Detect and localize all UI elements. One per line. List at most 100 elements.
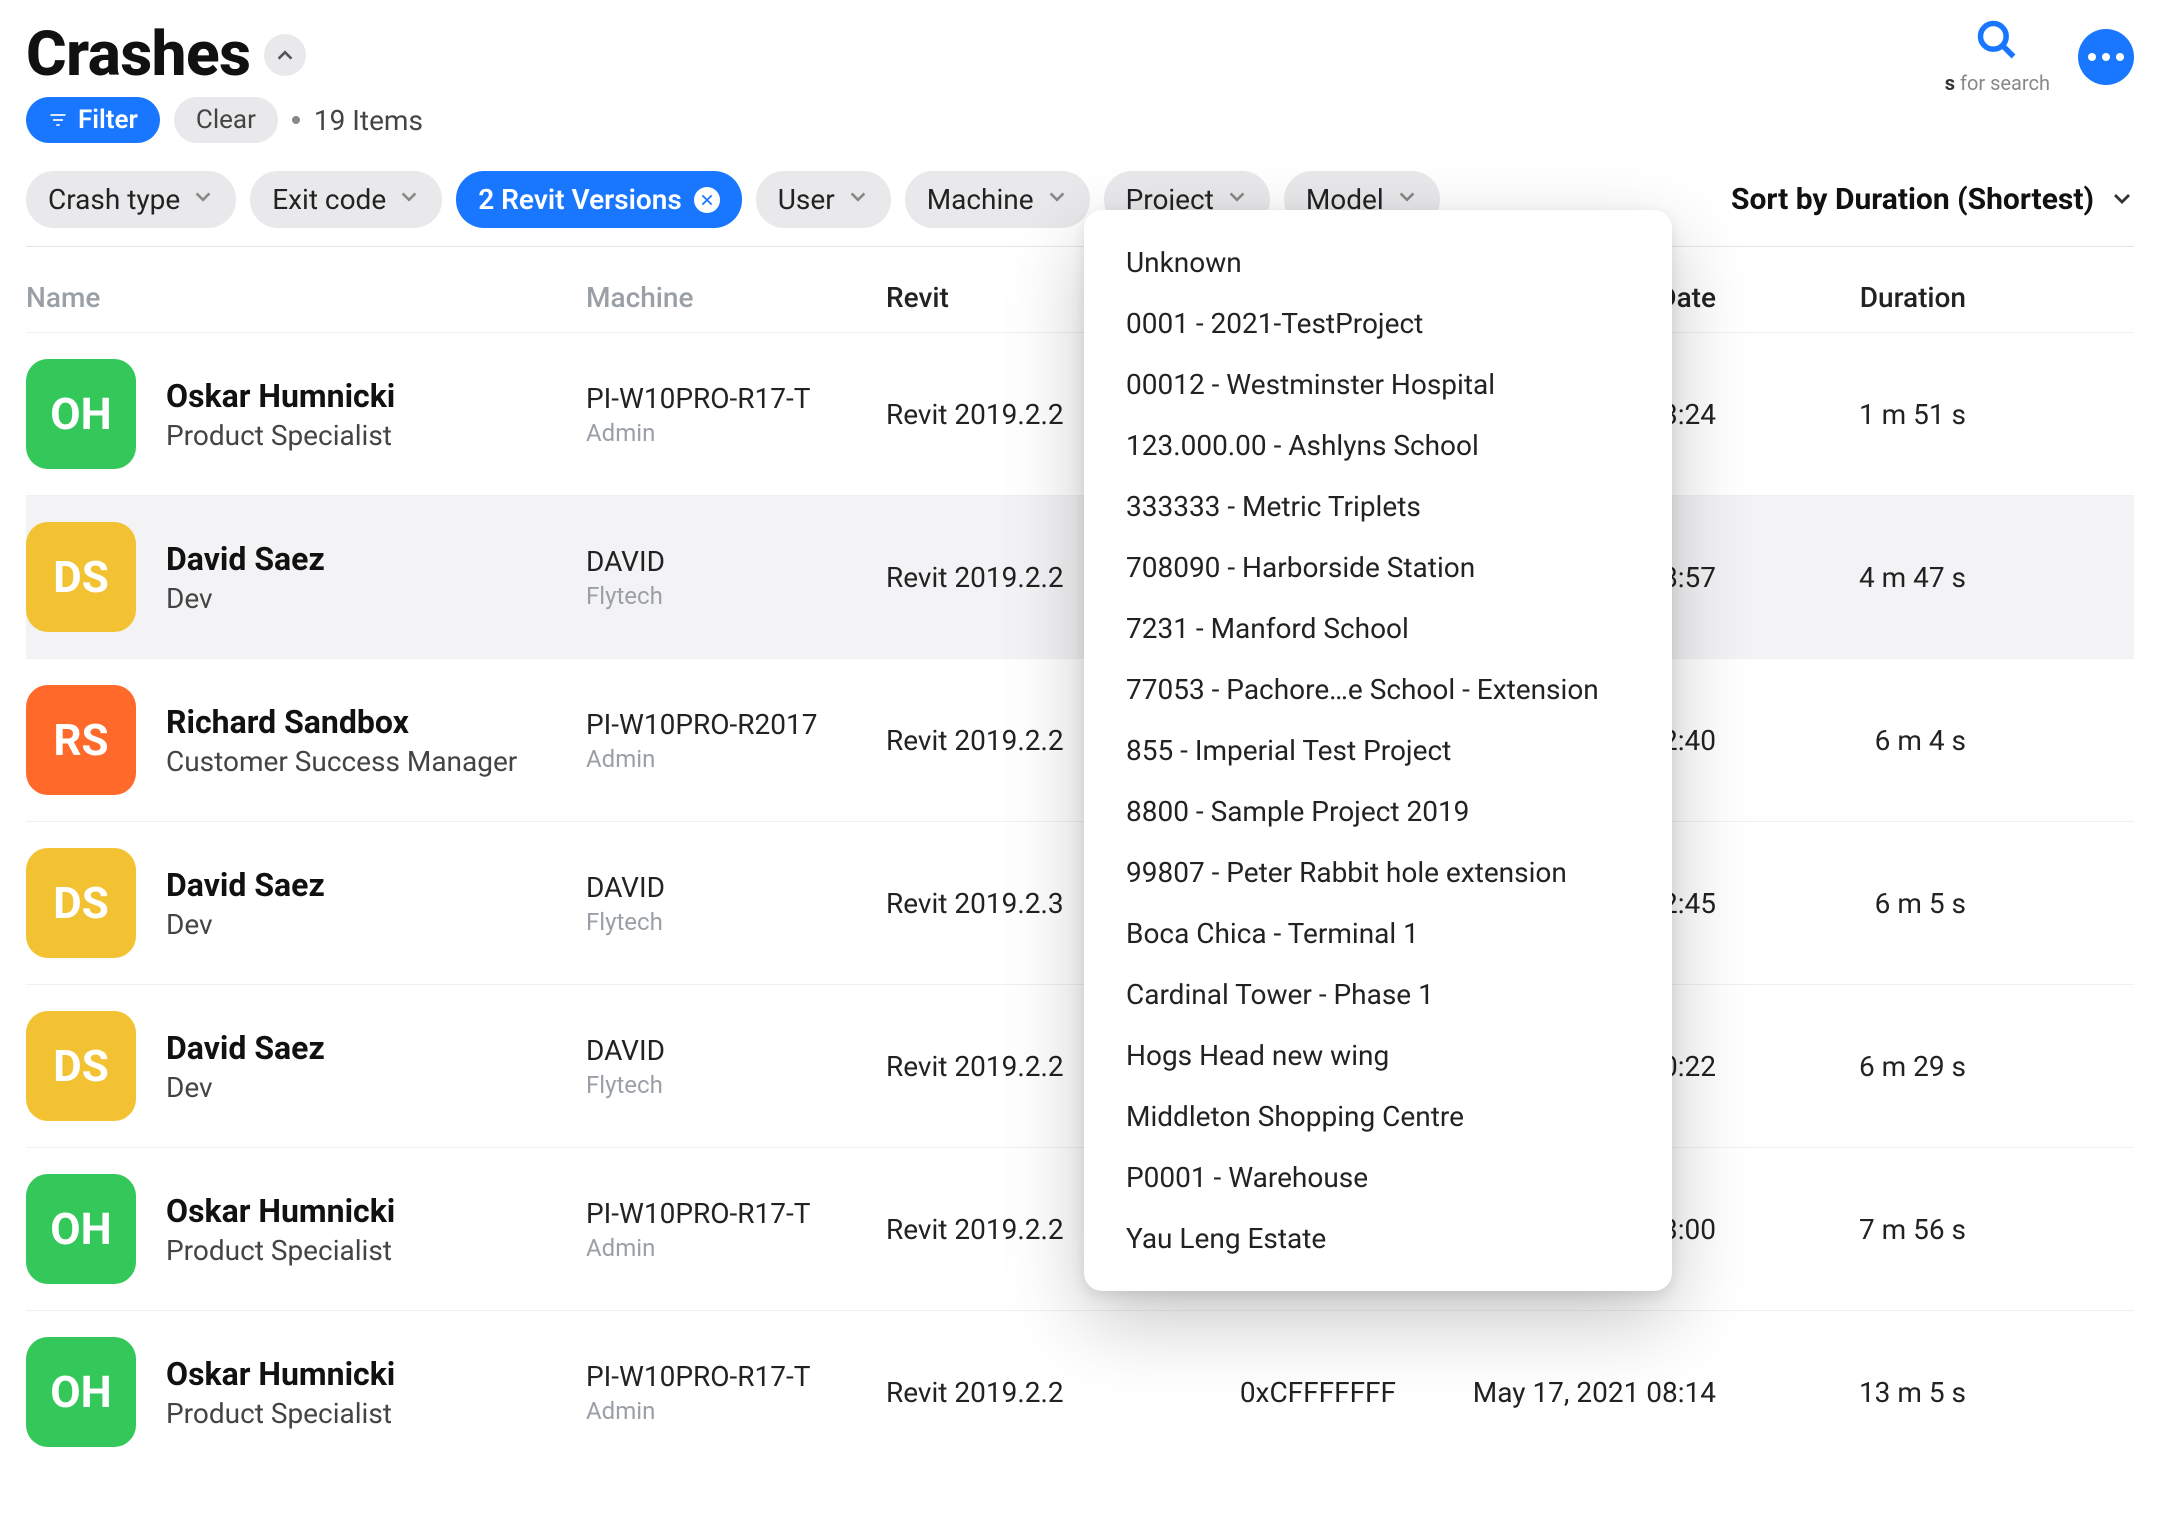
chevron-down-icon: [1046, 183, 1068, 216]
user-name: David Saez: [166, 866, 325, 904]
filter-chip-crash-type[interactable]: Crash type: [26, 171, 236, 228]
machine-name: PI-W10PRO-R17-T: [586, 1197, 886, 1230]
table-row[interactable]: OH Oskar Humnicki Product Specialist PI-W10…: [26, 332, 2134, 495]
filter-chip-label: Crash type: [48, 183, 180, 216]
search-button[interactable]: [1945, 18, 2050, 69]
filter-chip-label: 2 Revit Versions: [478, 183, 682, 216]
crash-date: May 17, 2021 08:14: [1436, 1376, 1746, 1409]
filter-chip-user[interactable]: User: [756, 171, 891, 228]
table-row[interactable]: RSRichard SandboxCustomer Success Manage…: [26, 658, 2134, 821]
separator-dot: [292, 116, 300, 124]
project-option[interactable]: P0001 - Warehouse: [1084, 1147, 1672, 1208]
collapse-header-button[interactable]: [264, 34, 306, 76]
dots-icon: [2088, 53, 2096, 61]
page-title: Crashes: [26, 18, 250, 91]
filter-chip-machine[interactable]: Machine: [905, 171, 1090, 228]
search-hint-key: s: [1945, 71, 1955, 95]
user-role: Dev: [166, 908, 325, 941]
project-option[interactable]: Cardinal Tower - Phase 1: [1084, 964, 1672, 1025]
machine-name: DAVID: [586, 871, 886, 904]
user-role: Product Specialist: [166, 1397, 395, 1430]
clear-button[interactable]: Clear: [174, 97, 278, 143]
machine-sub: Admin: [586, 745, 886, 773]
filter-button[interactable]: Filter: [26, 97, 160, 143]
project-option[interactable]: Hogs Head new wing: [1084, 1025, 1672, 1086]
project-dropdown[interactable]: Unknown0001 - 2021-TestProject00012 - We…: [1084, 210, 1672, 1291]
machine-name: DAVID: [586, 545, 886, 578]
crash-duration: 6 m 4 s: [1746, 724, 1966, 757]
project-option[interactable]: Yau Leng Estate: [1084, 1208, 1672, 1269]
crash-duration: 4 m 47 s: [1746, 561, 1966, 594]
machine-sub: Admin: [586, 1397, 886, 1425]
table-header: Name Machine Revit Date Duration: [26, 247, 2134, 332]
close-icon[interactable]: [694, 187, 720, 213]
filter-chip-label: User: [778, 183, 835, 216]
col-duration: Duration: [1746, 281, 1966, 314]
project-option[interactable]: 7231 - Manford School: [1084, 598, 1672, 659]
machine-name: PI-W10PRO-R17-T: [586, 1360, 886, 1393]
project-option[interactable]: 708090 - Harborside Station: [1084, 537, 1672, 598]
user-name: David Saez: [166, 540, 325, 578]
filter-button-label: Filter: [78, 105, 138, 135]
project-option[interactable]: 77053 - Pachore…e School - Extension: [1084, 659, 1672, 720]
user-role: Product Specialist: [166, 419, 395, 452]
avatar: OH: [26, 359, 136, 469]
search-hint-rest: for search: [1955, 71, 2050, 95]
chevron-down-icon: [192, 183, 214, 216]
machine-sub: Admin: [586, 419, 886, 447]
avatar: RS: [26, 685, 136, 795]
project-option[interactable]: 00012 - Westminster Hospital: [1084, 354, 1672, 415]
machine-name: DAVID: [586, 1034, 886, 1067]
project-option[interactable]: 0001 - 2021-TestProject: [1084, 293, 1672, 354]
exit-code: 0xCFFFFFFF: [1186, 1376, 1436, 1409]
avatar: DS: [26, 522, 136, 632]
machine-sub: Flytech: [586, 582, 886, 610]
sort-button[interactable]: Sort by Duration (Shortest): [1731, 182, 2134, 217]
more-button[interactable]: [2078, 29, 2134, 85]
project-option[interactable]: 333333 - Metric Triplets: [1084, 476, 1672, 537]
filter-chip-exit-code[interactable]: Exit code: [250, 171, 442, 228]
avatar: OH: [26, 1337, 136, 1447]
avatar: DS: [26, 1011, 136, 1121]
crashes-table: Name Machine Revit Date Duration OH Oskar…: [26, 246, 2134, 1473]
machine-sub: Flytech: [586, 908, 886, 936]
chevron-down-icon: [847, 183, 869, 216]
item-count: 19 Items: [292, 104, 423, 137]
table-row[interactable]: DSDavid SaezDevDAVIDFlytechRevit 2019.2.…: [26, 821, 2134, 984]
table-row[interactable]: DSDavid SaezDevDAVIDFlytechRevit 2019.2.…: [26, 984, 2134, 1147]
project-option[interactable]: 123.000.00 - Ashlyns School: [1084, 415, 1672, 476]
user-role: Product Specialist: [166, 1234, 395, 1267]
sort-label: Sort by Duration (Shortest): [1731, 182, 2094, 217]
revit-version: Revit 2019.2.2: [886, 1376, 1186, 1409]
project-option[interactable]: 8800 - Sample Project 2019: [1084, 781, 1672, 842]
project-option[interactable]: Middleton Shopping Centre: [1084, 1086, 1672, 1147]
chevron-down-icon: [2110, 188, 2134, 212]
machine-name: PI-W10PRO-R17-T: [586, 382, 886, 415]
table-row[interactable]: OHOskar HumnickiProduct SpecialistPI-W10…: [26, 1310, 2134, 1473]
avatar: OH: [26, 1174, 136, 1284]
filter-icon: [48, 110, 68, 130]
user-role: Dev: [166, 1071, 325, 1104]
project-option[interactable]: Boca Chica - Terminal 1: [1084, 903, 1672, 964]
crash-duration: 13 m 5 s: [1746, 1376, 1966, 1409]
crash-duration: 7 m 56 s: [1746, 1213, 1966, 1246]
project-option[interactable]: Unknown: [1084, 232, 1672, 293]
item-count-label: 19 Items: [314, 104, 423, 137]
chevron-down-icon: [398, 183, 420, 216]
table-row[interactable]: OH Oskar Humnicki Product Specialist PI-W10…: [26, 1147, 2134, 1310]
chevron-up-icon: [274, 44, 296, 66]
machine-sub: Admin: [586, 1234, 886, 1262]
search-icon: [1975, 18, 2019, 62]
user-role: Dev: [166, 582, 325, 615]
user-role: Customer Success Manager: [166, 745, 517, 778]
filter-chip-label: Machine: [927, 183, 1034, 216]
machine-name: PI-W10PRO-R2017: [586, 708, 886, 741]
user-name: Oskar Humnicki: [166, 1192, 395, 1230]
project-option[interactable]: 99807 - Peter Rabbit hole extension: [1084, 842, 1672, 903]
filter-chip-2-revit-versions[interactable]: 2 Revit Versions: [456, 171, 742, 228]
table-row[interactable]: DSDavid SaezDevDAVIDFlytechRevit 2019.2.…: [26, 495, 2134, 658]
user-name: Oskar Humnicki: [166, 377, 395, 415]
crash-duration: 6 m 29 s: [1746, 1050, 1966, 1083]
project-option[interactable]: 855 - Imperial Test Project: [1084, 720, 1672, 781]
search-hint: s for search: [1945, 71, 2050, 95]
